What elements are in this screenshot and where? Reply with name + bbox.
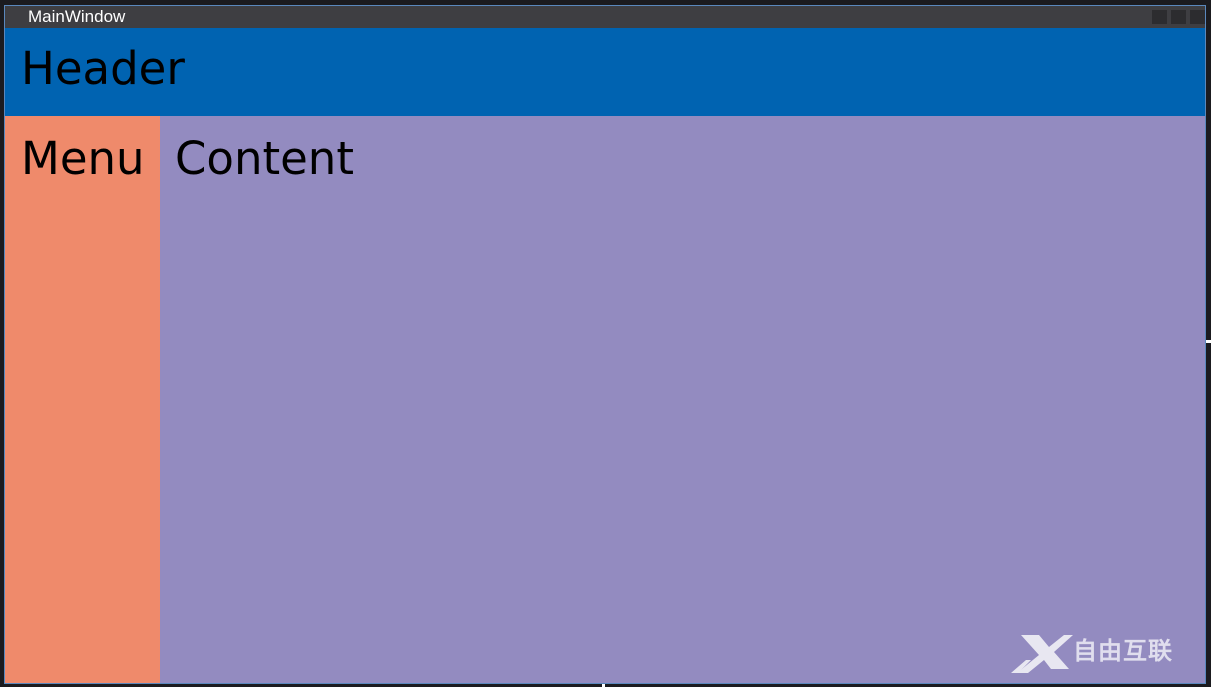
menu-label: Menu xyxy=(21,132,145,185)
watermark-logo: 自由互联 xyxy=(1011,631,1191,675)
menu-panel: Menu xyxy=(5,116,160,683)
window-resize-handle-right[interactable] xyxy=(1206,340,1211,343)
window-title: MainWindow xyxy=(28,7,126,26)
main-window: MainWindow Header Menu Content 自由互联 xyxy=(4,5,1206,684)
watermark-text: 自由互联 xyxy=(1073,637,1173,665)
close-button[interactable] xyxy=(1190,10,1205,24)
header-label: Header xyxy=(21,42,185,95)
content-label: Content xyxy=(175,132,354,185)
header-panel: Header xyxy=(5,28,1205,116)
minimize-button[interactable] xyxy=(1152,10,1167,24)
title-bar[interactable]: MainWindow xyxy=(5,6,1205,28)
maximize-button[interactable] xyxy=(1171,10,1186,24)
content-panel: Content 自由互联 xyxy=(160,116,1205,683)
window-caption-buttons xyxy=(1152,10,1205,24)
